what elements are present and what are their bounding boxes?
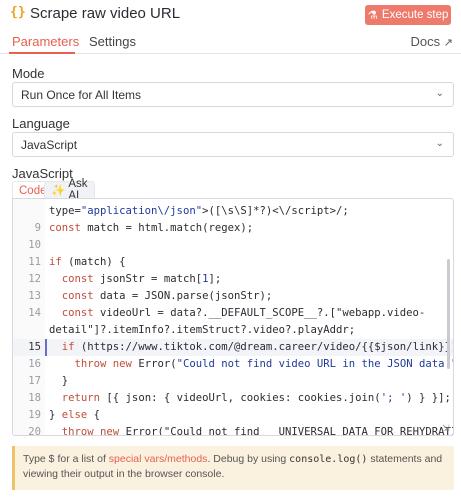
code-text: const jsonStr = match[1]; <box>61 273 222 285</box>
console-log-code: console.log() <box>289 454 368 465</box>
tab-settings[interactable]: Settings <box>89 34 136 49</box>
code-line[interactable]: 10 <box>13 237 453 254</box>
code-editor[interactable]: type="application\/json">([\s\S]*?)<\/sc… <box>12 198 454 436</box>
code-text: if (match) { <box>49 256 126 268</box>
code-text: type="application\/json">([\s\S]*?)<\/sc… <box>49 205 349 217</box>
line-number: 19 <box>28 409 41 421</box>
code-text: if (https://www.tiktok.com/@dream.career… <box>61 341 454 353</box>
code-line[interactable]: 11 if (match) { <box>13 254 453 271</box>
external-link-icon: ↗ <box>443 37 453 49</box>
editor-scrollbar[interactable] <box>447 259 450 369</box>
code-line[interactable]: 16 throw new Error("Could not find video… <box>13 356 453 373</box>
sparkle-icon: ✨ <box>51 185 66 197</box>
language-label: Language <box>12 116 70 131</box>
mode-label: Mode <box>12 66 45 81</box>
code-text: const match = html.match(regex); <box>49 222 254 234</box>
node-header: {} Scrape raw video URL ⚗ Execute step <box>0 0 461 30</box>
code-line[interactable]: 12 const jsonStr = match[1]; <box>13 271 453 288</box>
line-number: 17 <box>28 375 41 387</box>
code-line[interactable]: 14 const videoUrl = data?.__DEFAULT_SCOP… <box>13 305 453 322</box>
docs-label: Docs <box>410 34 441 49</box>
active-tab-indicator <box>9 52 75 54</box>
mode-select[interactable]: Run Once for All Items ⌄ <box>12 82 454 107</box>
line-number: 15 <box>28 341 41 353</box>
code-line[interactable]: type="application\/json">([\s\S]*?)<\/sc… <box>13 203 453 220</box>
flask-icon: ⚗ <box>367 10 378 22</box>
chevron-down-icon: ⌄ <box>435 138 444 149</box>
line-number: 9 <box>34 222 41 234</box>
line-number: 10 <box>28 239 41 251</box>
code-line[interactable]: 15 if (https://www.tiktok.com/@dream.car… <box>13 339 453 356</box>
line-number: 13 <box>28 290 41 302</box>
panel-tabs: Parameters Settings Docs ↗ <box>0 32 461 54</box>
mode-value: Run Once for All Items <box>21 87 142 102</box>
line-number: 12 <box>28 273 41 285</box>
code-line[interactable]: 19 } else { <box>13 407 453 424</box>
line-number: 16 <box>28 358 41 370</box>
docs-link[interactable]: Docs ↗ <box>411 34 453 49</box>
execute-step-button[interactable]: ⚗ Execute step <box>365 5 451 25</box>
node-title[interactable]: Scrape raw video URL <box>30 5 180 22</box>
hint-middle: . Debug by using <box>207 453 290 465</box>
code-text: } <box>49 375 69 387</box>
hint-prefix: Type $ for a list of <box>23 453 109 465</box>
chevron-down-icon: ⌄ <box>435 88 444 99</box>
code-text: const data = JSON.parse(jsonStr); <box>61 290 273 302</box>
execute-step-label: Execute step <box>381 9 449 21</box>
code-text: const videoUrl = data?.__DEFAULT_SCOPE__… <box>61 307 426 319</box>
language-select[interactable]: JavaScript ⌄ <box>12 132 454 157</box>
language-value: JavaScript <box>21 137 78 152</box>
special-vars-link[interactable]: special vars/methods <box>109 453 208 465</box>
hint-box: Type $ for a list of special vars/method… <box>12 446 454 490</box>
code-line[interactable]: 18 return [{ json: { videoUrl, cookies: … <box>13 390 453 407</box>
line-number: 20 <box>28 426 41 436</box>
code-text: throw new Error("Could not find video UR… <box>74 358 454 370</box>
code-line[interactable]: 17 } <box>13 373 453 390</box>
active-line-marker <box>45 339 47 356</box>
code-text: } else { <box>49 409 101 421</box>
code-text: return [{ json: { videoUrl, cookies: coo… <box>61 392 451 404</box>
code-line[interactable]: 9 const match = html.match(regex); <box>13 220 453 237</box>
tab-ask-ai[interactable]: ✨ Ask AI <box>44 178 95 202</box>
code-text: detail"]?.itemInfo?.itemStruct?.video?.p… <box>49 324 356 336</box>
code-line[interactable]: 20 throw new Error("Could not find __UNI… <box>13 424 454 436</box>
code-line[interactable]: 13 const data = JSON.parse(jsonStr); <box>13 288 453 305</box>
code-line[interactable]: detail"]?.itemInfo?.itemStruct?.video?.p… <box>13 322 453 339</box>
tab-parameters[interactable]: Parameters <box>12 34 79 49</box>
resize-handle-icon[interactable]: ⇲ <box>442 424 451 433</box>
tab-code-label: Code <box>19 184 47 197</box>
line-number: 11 <box>28 256 41 268</box>
javascript-label: JavaScript <box>12 166 73 181</box>
curly-braces-icon: {} <box>10 5 26 20</box>
line-number: 14 <box>28 307 41 319</box>
code-text: throw new Error("Could not find __UNIVER… <box>61 426 454 436</box>
line-number: 18 <box>28 392 41 404</box>
